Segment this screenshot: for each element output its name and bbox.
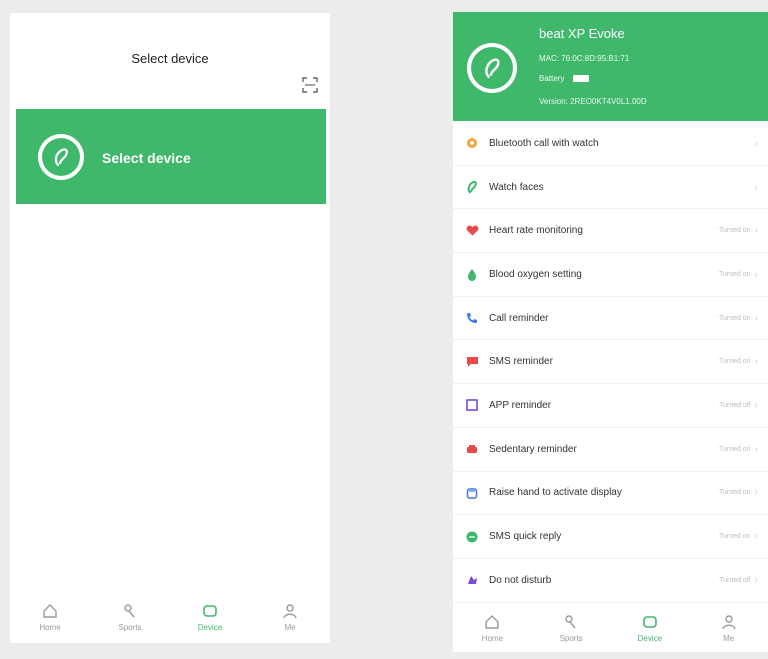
chevron-right-icon: › [754,531,758,543]
watch-logo-icon [54,148,68,167]
status-text: Turned on [719,270,751,278]
chevron-right-icon: › [754,312,758,324]
battery-label: Battery [539,74,565,83]
status-text: Turned off [719,576,751,584]
tab-home[interactable]: Home [20,602,80,632]
chevron-right-icon: › [754,574,758,586]
bottom-tab-bar: Home Sports Device Me [453,604,768,652]
tab-sports[interactable]: Sports [541,613,601,643]
watch-avatar [467,43,517,93]
battery-row: Battery [539,74,589,83]
settings-row-heart-rate[interactable]: Heart rate monitoring Turned on › [453,209,768,254]
sms-icon [465,355,479,369]
chevron-right-icon: › [754,487,758,499]
device-icon [203,605,217,617]
settings-row-app-reminder[interactable]: APP reminder Turned off › [453,384,768,428]
scan-icon[interactable] [302,77,318,93]
tab-me[interactable]: Me [699,613,759,643]
chevron-right-icon: › [754,443,758,455]
me-icon [721,615,736,630]
battery-icon [572,75,589,83]
bottom-tab-bar: Home Sports Device Me [10,591,330,643]
chevron-right-icon: › [754,225,758,237]
device-settings-screen: beat XP Evoke MAC: 76:0C:8D:95:B1:71 Bat… [453,12,768,652]
do-not-disturb-icon [465,573,479,587]
home-icon [43,604,57,618]
sports-icon [565,615,576,629]
watch-avatar [38,134,84,180]
page-title: Select device [131,51,209,66]
quick-reply-icon [465,530,479,544]
home-icon [485,615,500,629]
settings-row-sms-quick-reply[interactable]: SMS quick reply Turned on › [453,515,768,559]
settings-row-raise-hand[interactable]: Raise hand to activate display Turned on… [453,472,768,516]
settings-row-sedentary-reminder[interactable]: Sedentary reminder Turned on › [453,428,768,472]
status-text: Turned on [719,533,751,541]
chevron-right-icon: › [754,356,758,368]
settings-row-watch-faces[interactable]: Watch faces › [453,166,768,210]
settings-row-bluetooth-call[interactable]: Bluetooth call with watch › [453,122,768,166]
mac-address: MAC: 76:0C:8D:95:B1:71 [539,54,630,63]
device-header: beat XP Evoke MAC: 76:0C:8D:95:B1:71 Bat… [453,12,768,121]
banner-label: Select device [102,150,191,166]
app-icon [465,398,479,412]
status-text: Turned on [719,227,751,235]
blood-oxygen-icon [465,267,479,281]
heart-icon [465,224,479,238]
status-text: Turned on [719,445,751,453]
tab-device[interactable]: Device [620,613,680,643]
me-icon [283,604,297,619]
tab-sports[interactable]: Sports [100,602,160,632]
device-name: beat XP Evoke [539,26,625,41]
settings-row-do-not-disturb[interactable]: Do not disturb Turned off › [453,559,768,603]
phone-icon [465,311,479,325]
status-text: Turned on [719,489,751,497]
tab-home[interactable]: Home [462,613,522,643]
settings-row-blood-oxygen[interactable]: Blood oxygen setting Turned on › [453,253,768,297]
chevron-right-icon: › [754,137,758,149]
status-text: Turned off [719,401,751,409]
settings-row-sms-reminder[interactable]: SMS reminder Turned on › [453,340,768,385]
tab-device[interactable]: Device [180,602,240,632]
sports-icon [124,604,135,618]
status-text: Turned on [719,314,751,322]
status-text: Turned on [719,358,751,366]
chevron-right-icon: › [754,181,758,193]
header: Select device [10,13,330,109]
raise-hand-icon [465,486,479,500]
firmware-version: Version: 2REO0KT4V0L1.00D [539,97,647,106]
settings-row-call-reminder[interactable]: Call reminder Turned on › [453,297,768,341]
select-device-banner[interactable]: Select device [16,109,326,204]
tab-me[interactable]: Me [260,602,320,632]
chevron-right-icon: › [754,268,758,280]
bluetooth-call-icon [465,136,479,150]
select-device-screen: Select device Select device Home Sports … [10,13,330,643]
settings-list: Bluetooth call with watch › Watch faces … [453,122,768,603]
watch-faces-icon [465,180,479,194]
device-icon [643,616,657,628]
sedentary-icon [465,442,479,456]
watch-logo-icon [485,58,500,79]
chevron-right-icon: › [754,399,758,411]
